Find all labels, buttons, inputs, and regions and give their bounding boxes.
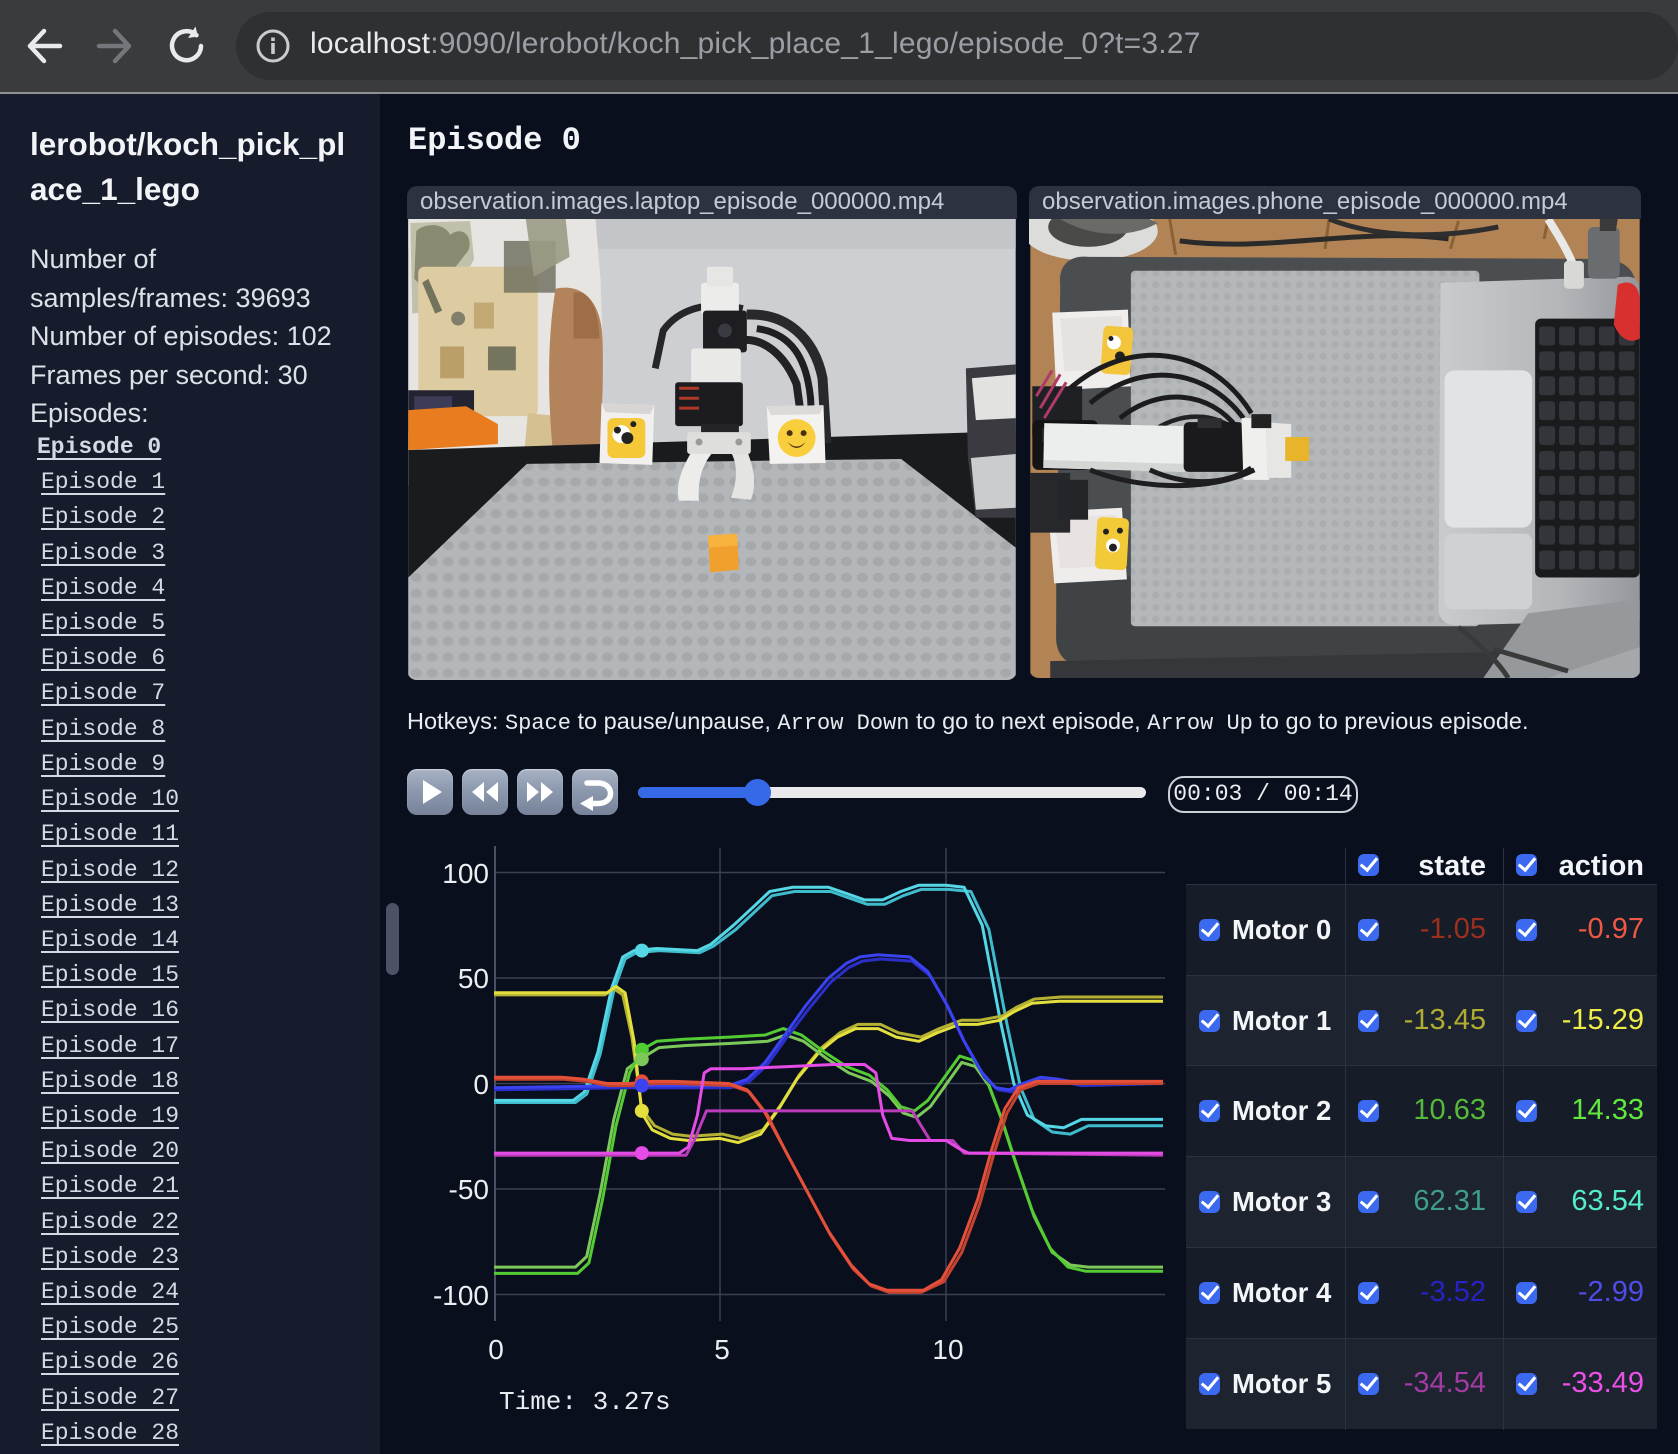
svg-text:50: 50 [458, 963, 489, 994]
svg-text:-100: -100 [433, 1280, 489, 1311]
svg-text:5: 5 [714, 1334, 730, 1365]
svg-text:100: 100 [442, 858, 489, 889]
svg-text:0: 0 [473, 1069, 489, 1100]
svg-text:-50: -50 [449, 1174, 489, 1205]
svg-text:10: 10 [932, 1334, 963, 1365]
svg-text:0: 0 [488, 1334, 504, 1365]
